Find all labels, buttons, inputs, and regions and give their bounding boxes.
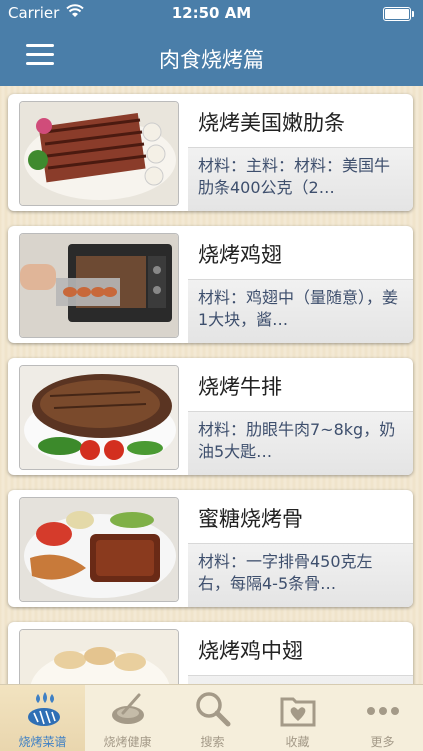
recipe-thumbnail [19, 365, 179, 470]
tab-health[interactable]: 烧烤健康 [85, 685, 170, 751]
recipe-thumbnail [19, 101, 179, 206]
recipe-desc-box: 材料：一字排骨450克左右，每隔4-5条骨… [188, 543, 413, 607]
tab-label: 更多 [370, 735, 395, 749]
tab-label: 烧烤健康 [103, 735, 152, 749]
bbq-grill-icon [28, 692, 60, 726]
recipe-title: 烧烤鸡翅 [198, 243, 282, 267]
recipe-title: 蜜糖烧烤骨 [198, 507, 303, 531]
tab-label: 收藏 [285, 735, 310, 749]
navigation-bar: Carrier 12:50 AM 肉食烧烤篇 [0, 0, 423, 86]
recipe-card[interactable]: 烧烤鸡中翅 [8, 622, 413, 684]
more-dots-icon [367, 707, 399, 715]
recipe-desc-box: 材料：肋眼牛肉7~8kg，奶油5大匙… [188, 411, 413, 475]
page-title: 肉食烧烤篇 [159, 48, 264, 72]
recipe-thumbnail [19, 233, 179, 338]
tab-more[interactable]: 更多 [340, 685, 423, 751]
recipe-thumbnail [19, 629, 179, 684]
tab-label: 搜索 [200, 735, 225, 749]
status-time: 12:50 AM [171, 4, 252, 22]
tab-favorites[interactable]: 收藏 [255, 685, 340, 751]
recipe-desc-box [188, 675, 413, 684]
recipe-description: 材料：主料：材料：美国牛肋条400公克（2… [198, 156, 391, 197]
search-icon [196, 692, 231, 727]
recipe-desc-box: 材料：主料：材料：美国牛肋条400公克（2… [188, 147, 413, 211]
status-bar: Carrier 12:50 AM [0, 0, 423, 28]
recipe-card[interactable]: 烧烤美国嫩肋条 材料：主料：材料：美国牛肋条400公克（2… [8, 94, 413, 211]
recipe-desc-box: 材料：鸡翅中（量随意），姜1大块，酱… [188, 279, 413, 343]
plate-icon [112, 693, 144, 724]
recipe-description: 材料：鸡翅中（量随意），姜1大块，酱… [198, 288, 398, 329]
recipe-title: 烧烤牛排 [198, 375, 282, 399]
tab-search[interactable]: 搜索 [170, 685, 255, 751]
tab-bar: 烧烤菜谱 烧烤健康 搜索 收藏 更多 [0, 684, 423, 751]
recipe-thumbnail [19, 497, 179, 602]
tab-recipes[interactable]: 烧烤菜谱 [0, 685, 85, 751]
favorites-folder-icon [280, 697, 316, 727]
recipe-title: 烧烤美国嫩肋条 [198, 111, 345, 135]
battery-icon [383, 7, 414, 21]
recipe-card[interactable]: 烧烤鸡翅 材料：鸡翅中（量随意），姜1大块，酱… [8, 226, 413, 343]
recipe-description: 材料：肋眼牛肉7~8kg，奶油5大匙… [198, 420, 396, 461]
recipe-description: 材料：一字排骨450克左右，每隔4-5条骨… [198, 552, 373, 593]
recipe-card[interactable]: 蜜糖烧烤骨 材料：一字排骨450克左右，每隔4-5条骨… [8, 490, 413, 607]
recipe-list[interactable]: 烧烤美国嫩肋条 材料：主料：材料：美国牛肋条400公克（2… 烧烤鸡翅 材料：鸡… [0, 86, 423, 684]
tab-label: 烧烤菜谱 [18, 735, 67, 749]
recipe-card[interactable]: 烧烤牛排 材料：肋眼牛肉7~8kg，奶油5大匙… [8, 358, 413, 475]
recipe-title: 烧烤鸡中翅 [198, 639, 303, 663]
